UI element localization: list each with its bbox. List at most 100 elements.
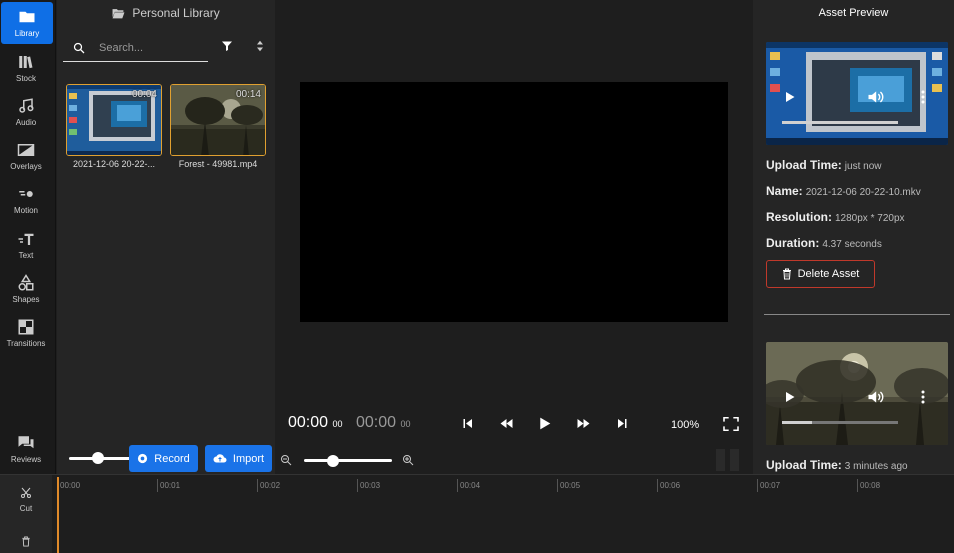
time-tick: 00:08 [857, 479, 880, 492]
import-label: Import [232, 452, 265, 465]
asset-duration: 00:14 [235, 89, 261, 100]
delete-asset-button[interactable]: Delete Asset [766, 260, 875, 288]
fast-forward-icon[interactable] [577, 418, 590, 429]
name-value: 2021-12-06 20-22-10.mkv [805, 187, 921, 198]
trash-icon [22, 536, 30, 547]
resolution-row: Resolution: 1280px * 720px [766, 210, 905, 224]
text-icon [18, 233, 34, 245]
timeline-zoom-knob[interactable] [327, 455, 339, 467]
player-area: 00:00 00 00:00 00 100% [275, 0, 753, 474]
skip-start-icon[interactable] [463, 418, 473, 429]
preview-divider [764, 314, 950, 315]
nav-item-transitions[interactable]: Transitions [0, 312, 52, 354]
total-time-frames: 00 [400, 419, 411, 429]
timeline-ruler[interactable]: 00:00 00:01 00:02 00:03 00:04 00:05 00:0… [57, 475, 954, 495]
zoom-in-icon[interactable] [402, 454, 414, 466]
asset-name: Forest - 49981.mp4 [178, 159, 258, 169]
nav-item-label: Transitions [6, 339, 46, 348]
nav-item-label: Text [18, 251, 34, 260]
upload-time-row: Upload Time: 3 minutes ago [766, 458, 908, 472]
nav-item-reviews[interactable]: Reviews [0, 428, 52, 470]
video-canvas[interactable] [300, 82, 728, 322]
time-tick: 00:02 [257, 479, 280, 492]
nav-item-overlays[interactable]: Overlays [0, 135, 52, 177]
asset-name: 2021-12-06 20-22-... [72, 159, 156, 169]
shapes-icon [18, 274, 34, 291]
skip-end-icon[interactable] [617, 418, 627, 429]
nav-item-stock[interactable]: Stock [0, 47, 52, 89]
nav-item-library[interactable]: Library [1, 2, 53, 44]
nav-item-label: Stock [15, 74, 36, 83]
trash-icon [782, 268, 791, 280]
search-input[interactable] [99, 41, 199, 54]
thumb-size-slider-knob[interactable] [92, 452, 104, 464]
volume-icon[interactable] [867, 90, 884, 104]
folder-open-icon [112, 8, 125, 18]
time-tick: 00:03 [357, 479, 380, 492]
music-icon [19, 98, 34, 113]
delete-asset-label: Delete Asset [797, 268, 860, 280]
nav-item-audio[interactable]: Audio [0, 91, 52, 133]
upload-time-label: Upload Time: [766, 458, 842, 472]
folder-icon [19, 11, 35, 23]
delete-tool[interactable] [0, 536, 52, 547]
timeline-tools: Cut [0, 475, 52, 553]
transitions-icon [18, 319, 34, 335]
overlay-icon [17, 144, 35, 156]
books-icon [19, 56, 33, 69]
library-panel: Personal Library 00:04 [57, 0, 275, 474]
preview-play-icon[interactable] [785, 391, 795, 403]
volume-icon[interactable] [867, 390, 884, 404]
nav-item-shapes[interactable]: Shapes [0, 268, 52, 310]
asset-thumbnail[interactable]: 00:14 [170, 84, 266, 156]
play-icon[interactable] [539, 417, 551, 430]
search-box [63, 34, 208, 62]
time-tick: 00:01 [157, 479, 180, 492]
record-button[interactable]: Record [129, 445, 198, 472]
preview-player[interactable] [766, 342, 948, 445]
rewind-icon[interactable] [500, 418, 513, 429]
record-label: Record [154, 452, 190, 465]
asset-preview-panel: Asset Preview Upload Time: just now Name… [753, 0, 954, 474]
nav-item-label: Audio [15, 118, 37, 127]
asset-thumbnail[interactable]: 00:04 [66, 84, 162, 156]
playhead[interactable] [57, 477, 59, 553]
more-vertical-icon[interactable] [921, 390, 925, 404]
record-icon [138, 453, 148, 464]
nav-item-motion[interactable]: Motion [0, 179, 52, 221]
duration-label: Duration: [766, 236, 820, 250]
zoom-out-icon[interactable] [280, 454, 292, 466]
left-nav: Library Stock Audio Overlays Motion Text… [0, 0, 56, 474]
filter-icon[interactable] [221, 40, 233, 52]
preview-title: Asset Preview [818, 7, 889, 19]
library-title: Personal Library [132, 6, 220, 20]
nav-item-text[interactable]: Text [0, 224, 52, 266]
current-time-value: 00:00 [288, 414, 329, 431]
upload-time-value: 3 minutes ago [844, 461, 908, 472]
zoom-level[interactable]: 100% [671, 419, 699, 431]
name-row: Name: 2021-12-06 20-22-10.mkv [766, 184, 921, 198]
current-time-frames: 00 [332, 419, 343, 429]
upload-time-label: Upload Time: [766, 158, 842, 172]
time-tick: 00:06 [657, 479, 680, 492]
cut-tool[interactable]: Cut [0, 487, 52, 513]
preview-play-icon[interactable] [785, 91, 795, 103]
nav-item-label: Motion [13, 206, 38, 215]
sort-icon[interactable] [256, 40, 264, 52]
preview-player[interactable] [766, 42, 948, 145]
timeline-zoom-slider[interactable] [304, 459, 392, 462]
time-tick: 00:05 [557, 479, 580, 492]
nav-item-label: Reviews [10, 455, 42, 464]
more-vertical-icon[interactable] [921, 90, 925, 104]
import-button[interactable]: Import [205, 445, 272, 472]
fullscreen-icon[interactable] [723, 417, 739, 431]
library-bottom-bar: Record Import [57, 442, 275, 474]
search-icon [73, 42, 85, 53]
timeline: Cut 00:00 00:01 00:02 00:03 00:04 00:05 … [0, 474, 954, 553]
scissors-icon [21, 487, 31, 498]
total-time-value: 00:00 [356, 414, 397, 431]
duration-value: 4.37 seconds [822, 239, 882, 250]
cut-tool-label: Cut [19, 504, 33, 513]
resolution-label: Resolution: [766, 210, 832, 224]
time-tick: 00:04 [457, 479, 480, 492]
